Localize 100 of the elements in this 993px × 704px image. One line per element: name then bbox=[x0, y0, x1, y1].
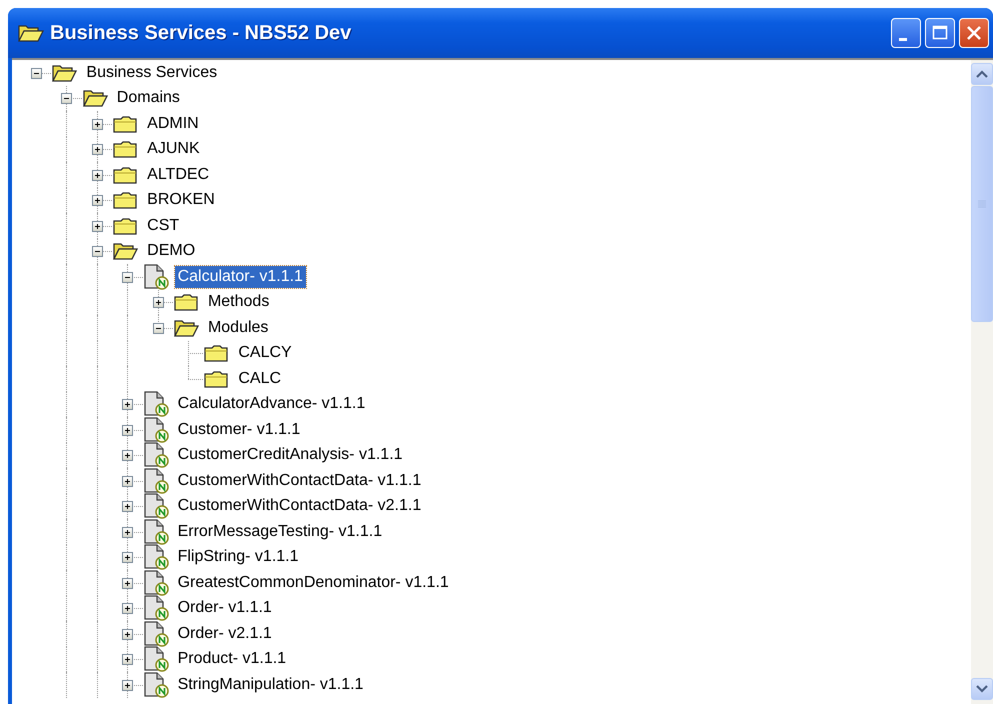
expand-toggle[interactable] bbox=[92, 220, 103, 232]
tree-item-label[interactable]: ALTDEC bbox=[144, 164, 212, 186]
expand-toggle[interactable] bbox=[122, 526, 134, 538]
tree-item-label[interactable]: FlipString- v1.1.1 bbox=[174, 546, 302, 568]
plus-icon bbox=[123, 578, 132, 588]
tree-item-label[interactable]: CALCY bbox=[235, 342, 295, 364]
open-folder-icon bbox=[18, 23, 44, 43]
expand-toggle[interactable] bbox=[122, 654, 134, 666]
tree-item-label[interactable]: Business Services bbox=[83, 62, 220, 84]
open-folder-icon bbox=[172, 318, 199, 338]
expand-toggle[interactable] bbox=[122, 450, 134, 462]
expand-toggle[interactable] bbox=[122, 603, 134, 614]
service-document-icon bbox=[142, 620, 169, 647]
folder-icon bbox=[112, 114, 138, 134]
folder-icon bbox=[112, 164, 138, 185]
service-document-icon bbox=[142, 544, 169, 570]
tree-item-label[interactable]: CST bbox=[144, 214, 182, 237]
expand-toggle[interactable] bbox=[122, 501, 134, 512]
service-document-icon bbox=[142, 518, 169, 545]
open-folder-icon bbox=[51, 62, 78, 83]
folder-icon bbox=[203, 368, 230, 389]
expand-toggle[interactable] bbox=[122, 476, 134, 487]
folder-icon bbox=[112, 190, 138, 210]
plus-icon bbox=[123, 400, 132, 410]
folder-icon bbox=[172, 292, 199, 312]
collapse-toggle[interactable] bbox=[152, 322, 164, 334]
service-document-icon bbox=[142, 595, 169, 622]
tree-item-label[interactable]: CALC bbox=[235, 368, 284, 390]
plus-icon bbox=[154, 298, 163, 308]
expand-toggle[interactable] bbox=[92, 144, 103, 156]
expand-toggle[interactable] bbox=[92, 195, 103, 206]
plus-icon bbox=[92, 222, 102, 231]
tree-item-label[interactable]: BROKEN bbox=[144, 189, 218, 212]
service-document-icon bbox=[142, 442, 169, 468]
collapse-toggle[interactable] bbox=[31, 68, 42, 79]
expand-toggle[interactable] bbox=[122, 552, 134, 564]
service-document-icon bbox=[142, 672, 169, 698]
vertical-scrollbar[interactable] bbox=[971, 60, 993, 704]
service-document-icon bbox=[142, 570, 169, 596]
tree-item-label[interactable]: ErrorMessageTesting- v1.1.1 bbox=[174, 520, 386, 543]
service-document-icon bbox=[142, 493, 169, 520]
service-document-icon bbox=[142, 391, 169, 418]
tree-item-label[interactable]: Product- v1.1.1 bbox=[174, 648, 290, 670]
folder-icon bbox=[112, 139, 138, 160]
chevron-up-icon bbox=[976, 70, 988, 78]
folder-icon bbox=[203, 343, 230, 364]
tree-item-label[interactable]: AJUNK bbox=[144, 138, 203, 160]
plus-icon bbox=[123, 553, 132, 562]
service-document-icon bbox=[142, 264, 169, 290]
expand-toggle[interactable] bbox=[122, 680, 134, 691]
expand-toggle[interactable] bbox=[122, 578, 134, 589]
tree-item-label[interactable]: DEMO bbox=[144, 240, 198, 262]
folder-icon bbox=[112, 216, 138, 236]
tree-item-label[interactable]: Customer- v1.1.1 bbox=[174, 418, 304, 441]
open-folder-icon bbox=[82, 88, 108, 108]
tree-item-label[interactable]: Modules bbox=[204, 316, 272, 339]
scroll-down-button[interactable] bbox=[971, 678, 993, 700]
tree-item-label[interactable]: CustomerCreditAnalysis- v1.1.1 bbox=[174, 444, 406, 466]
scrollbar-thumb[interactable] bbox=[971, 86, 993, 322]
open-folder-icon bbox=[112, 241, 138, 262]
collapse-toggle[interactable] bbox=[92, 246, 103, 258]
chevron-down-icon bbox=[976, 685, 988, 693]
service-document-icon bbox=[142, 468, 169, 494]
collapse-toggle[interactable] bbox=[122, 272, 134, 283]
plus-icon bbox=[123, 426, 132, 435]
scroll-up-button[interactable] bbox=[971, 63, 993, 85]
tree-item-label[interactable]: StringManipulation- v1.1.1 bbox=[174, 674, 366, 696]
expand-toggle[interactable] bbox=[122, 424, 134, 436]
tree-item-label[interactable]: Order- v1.1.1 bbox=[174, 597, 275, 620]
tree-item-label[interactable]: CustomerWithContactData- v2.1.1 bbox=[174, 495, 424, 518]
tree-item-label[interactable]: ADMIN bbox=[144, 112, 202, 135]
tree-item-label[interactable]: CustomerWithContactData- v1.1.1 bbox=[174, 470, 424, 492]
plus-icon bbox=[123, 680, 132, 690]
tree-item-label[interactable]: GreatestCommonDenominator- v1.1.1 bbox=[174, 572, 452, 594]
plus-icon bbox=[92, 170, 102, 180]
tree-item-label[interactable]: Domains bbox=[114, 87, 183, 110]
tree-item-label[interactable]: Order- v2.1.1 bbox=[174, 622, 275, 645]
expand-toggle[interactable] bbox=[122, 399, 134, 410]
expand-toggle[interactable] bbox=[92, 170, 103, 181]
service-document-icon bbox=[142, 416, 169, 443]
expand-toggle[interactable] bbox=[92, 118, 103, 130]
plus-icon bbox=[92, 120, 102, 129]
maximize-button[interactable] bbox=[925, 18, 955, 48]
tree-item-label[interactable]: Methods bbox=[204, 291, 272, 314]
plus-icon bbox=[123, 655, 132, 664]
plus-icon bbox=[123, 630, 132, 639]
close-button[interactable] bbox=[959, 18, 989, 48]
minimize-button[interactable] bbox=[891, 18, 921, 48]
minimize-icon bbox=[899, 38, 907, 40]
plus-icon bbox=[123, 528, 132, 537]
window-title: Business Services - NBS52 Dev bbox=[50, 22, 352, 44]
collapse-toggle[interactable] bbox=[61, 93, 72, 104]
plus-icon bbox=[92, 145, 102, 154]
plus-icon bbox=[92, 196, 102, 206]
expand-toggle[interactable] bbox=[152, 297, 164, 308]
plus-icon bbox=[123, 502, 132, 512]
tree-item-label[interactable]: Calculator- v1.1.1 bbox=[174, 266, 306, 288]
expand-toggle[interactable] bbox=[122, 628, 134, 640]
tree-item-label[interactable]: CalculatorAdvance- v1.1.1 bbox=[174, 393, 368, 416]
grip-icon bbox=[978, 200, 986, 208]
